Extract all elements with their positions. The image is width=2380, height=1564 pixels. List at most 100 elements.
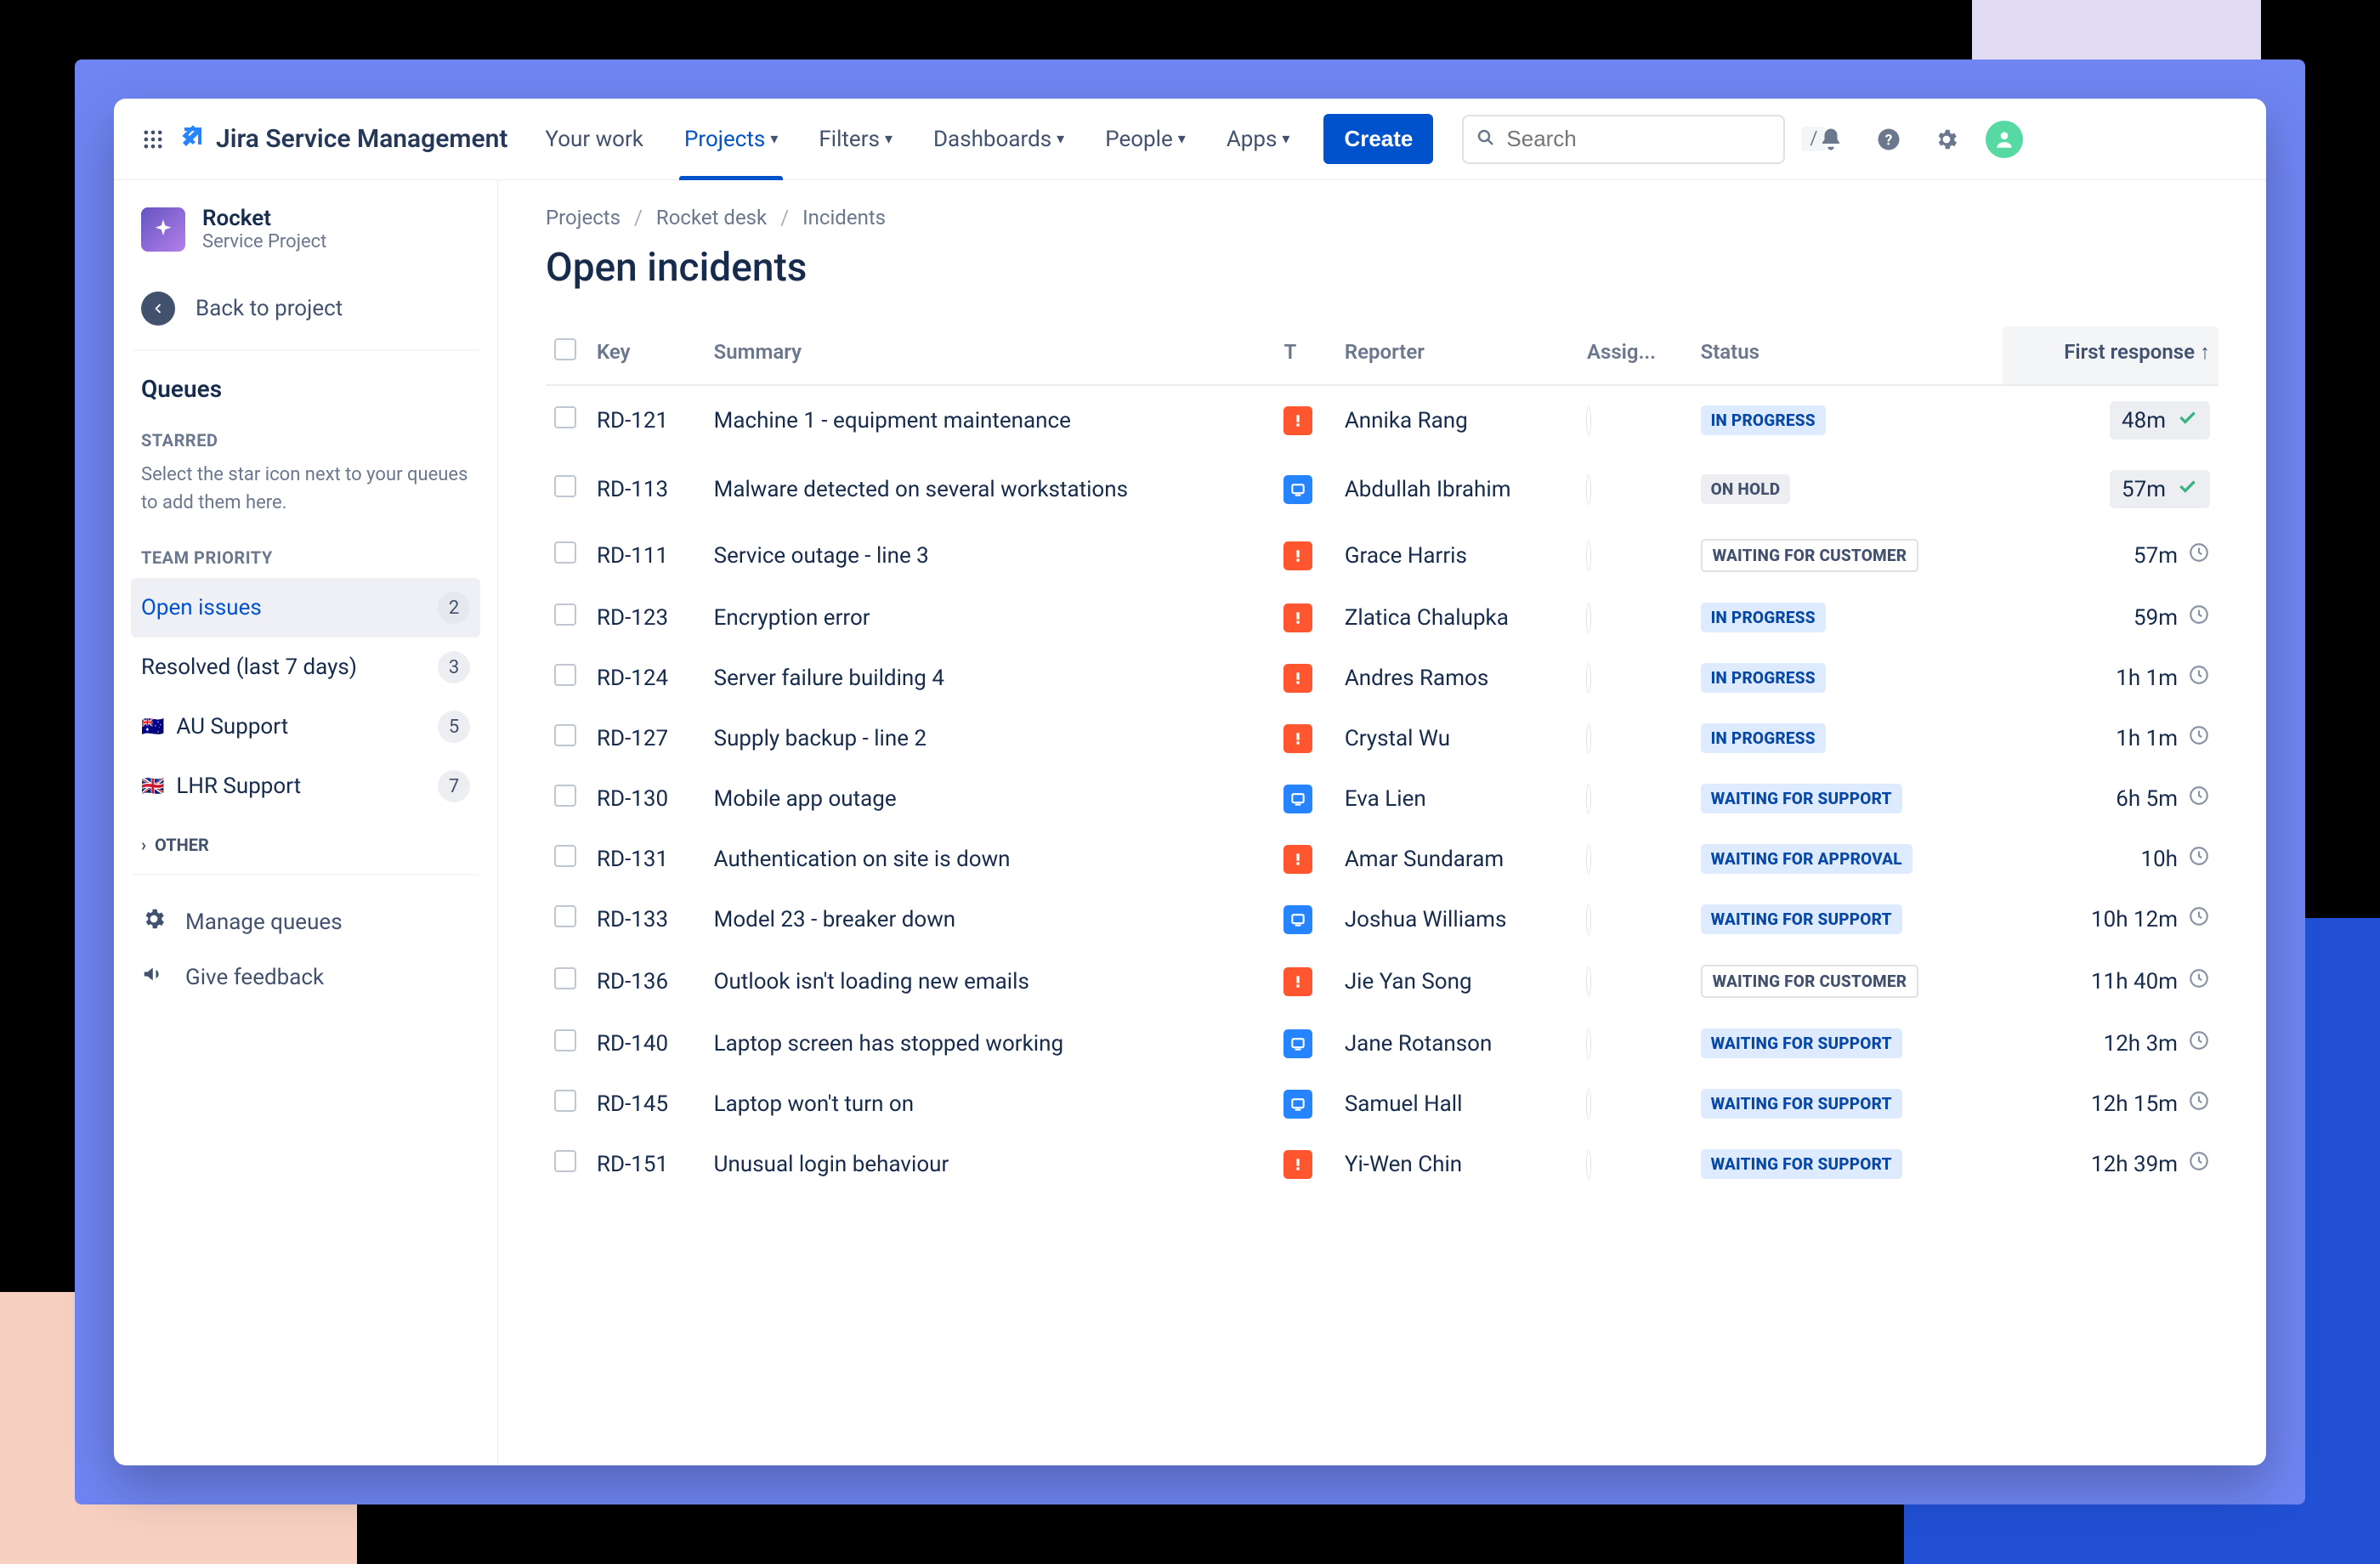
give-feedback[interactable]: Give feedback xyxy=(114,949,497,1005)
row-checkbox[interactable] xyxy=(554,604,576,626)
issue-summary-link[interactable]: Mobile app outage xyxy=(714,786,897,812)
col-status[interactable]: Status xyxy=(1692,326,2003,385)
issue-key[interactable]: RD-123 xyxy=(588,587,706,648)
breadcrumb-rocket-desk[interactable]: Rocket desk xyxy=(656,206,767,230)
assignee-avatar[interactable] xyxy=(1587,1150,1590,1179)
nav-people[interactable]: People▾ xyxy=(1090,99,1201,180)
issue-summary-link[interactable]: Encryption error xyxy=(714,605,870,631)
assignee-avatar[interactable] xyxy=(1587,664,1590,693)
other-section-toggle[interactable]: › OTHER xyxy=(114,816,497,874)
issue-key[interactable]: RD-136 xyxy=(588,949,706,1013)
issue-summary-link[interactable]: Model 23 - breaker down xyxy=(714,907,956,932)
row-checkbox[interactable] xyxy=(554,406,576,428)
queue-item[interactable]: 🇬🇧LHR Support7 xyxy=(114,756,497,816)
back-to-project[interactable]: Back to project xyxy=(114,276,497,349)
assignee-avatar[interactable] xyxy=(1587,406,1590,435)
status-lozenge[interactable]: WAITING FOR CUSTOMER xyxy=(1701,965,1919,998)
search-input[interactable] xyxy=(1506,126,1791,152)
status-lozenge[interactable]: ON HOLD xyxy=(1701,474,1791,504)
issue-summary-link[interactable]: Service outage - line 3 xyxy=(714,543,929,569)
issue-key[interactable]: RD-140 xyxy=(588,1013,706,1074)
issue-key[interactable]: RD-145 xyxy=(588,1074,706,1134)
breadcrumb-projects[interactable]: Projects xyxy=(546,206,620,230)
assignee-avatar[interactable] xyxy=(1587,724,1590,753)
nav-dashboards[interactable]: Dashboards▾ xyxy=(918,99,1080,180)
row-checkbox[interactable] xyxy=(554,785,576,807)
status-lozenge[interactable]: WAITING FOR SUPPORT xyxy=(1701,1028,1902,1058)
issue-summary-link[interactable]: Supply backup - line 2 xyxy=(714,726,926,751)
row-checkbox[interactable] xyxy=(554,1090,576,1112)
col-type[interactable]: T xyxy=(1275,326,1335,385)
col-summary[interactable]: Summary xyxy=(706,326,1276,385)
row-checkbox[interactable] xyxy=(554,905,576,927)
status-lozenge[interactable]: IN PROGRESS xyxy=(1701,723,1826,753)
col-reporter[interactable]: Reporter xyxy=(1336,326,1578,385)
assignee-avatar[interactable] xyxy=(1587,905,1590,934)
assignee-avatar[interactable] xyxy=(1587,1090,1590,1119)
breadcrumb-incidents[interactable]: Incidents xyxy=(802,206,886,230)
status-lozenge[interactable]: WAITING FOR SUPPORT xyxy=(1701,1149,1902,1179)
issue-key[interactable]: RD-133 xyxy=(588,889,706,949)
issue-summary-link[interactable]: Authentication on site is down xyxy=(714,847,1011,872)
assignee-avatar[interactable] xyxy=(1587,967,1590,996)
issue-key[interactable]: RD-127 xyxy=(588,708,706,768)
queue-item[interactable]: Open issues2 xyxy=(131,578,480,638)
nav-projects[interactable]: Projects▾ xyxy=(669,99,793,180)
issue-key[interactable]: RD-151 xyxy=(588,1134,706,1194)
col-assignee[interactable]: Assig... xyxy=(1578,326,1692,385)
create-button[interactable]: Create xyxy=(1323,114,1433,164)
assignee-avatar[interactable] xyxy=(1587,845,1590,874)
issue-key[interactable]: RD-124 xyxy=(588,648,706,708)
row-checkbox[interactable] xyxy=(554,1150,576,1172)
status-lozenge[interactable]: WAITING FOR SUPPORT xyxy=(1701,904,1902,934)
row-checkbox[interactable] xyxy=(554,664,576,686)
global-search[interactable]: / xyxy=(1462,115,1785,164)
issue-key[interactable]: RD-131 xyxy=(588,829,706,889)
issue-key[interactable]: RD-130 xyxy=(588,768,706,829)
notifications-icon[interactable] xyxy=(1812,121,1850,158)
product-brand[interactable]: Jira Service Management xyxy=(178,122,507,157)
issue-summary-link[interactable]: Server failure building 4 xyxy=(714,666,944,691)
select-all-checkbox[interactable] xyxy=(554,338,576,360)
nav-your-work[interactable]: Your work xyxy=(530,99,659,180)
status-lozenge[interactable]: WAITING FOR APPROVAL xyxy=(1701,844,1912,874)
col-key[interactable]: Key xyxy=(588,326,706,385)
nav-filters[interactable]: Filters▾ xyxy=(803,99,908,180)
issue-summary-link[interactable]: Laptop won't turn on xyxy=(714,1091,914,1117)
row-checkbox[interactable] xyxy=(554,475,576,497)
issue-key[interactable]: RD-111 xyxy=(588,524,706,587)
profile-avatar[interactable] xyxy=(1986,121,2023,158)
help-icon[interactable]: ? xyxy=(1870,121,1907,158)
queue-item[interactable]: 🇦🇺AU Support5 xyxy=(114,697,497,756)
assignee-avatar[interactable] xyxy=(1587,1029,1590,1058)
issue-key[interactable]: RD-113 xyxy=(588,455,706,524)
project-header[interactable]: Rocket Service Project xyxy=(114,206,497,276)
status-lozenge[interactable]: IN PROGRESS xyxy=(1701,603,1826,632)
status-lozenge[interactable]: WAITING FOR SUPPORT xyxy=(1701,784,1902,813)
assignee-avatar[interactable] xyxy=(1587,785,1590,813)
issue-summary-link[interactable]: Outlook isn't loading new emails xyxy=(714,969,1029,994)
issue-key[interactable]: RD-121 xyxy=(588,385,706,455)
queue-item[interactable]: Resolved (last 7 days)3 xyxy=(114,638,497,697)
status-lozenge[interactable]: WAITING FOR CUSTOMER xyxy=(1701,539,1919,572)
status-lozenge[interactable]: WAITING FOR SUPPORT xyxy=(1701,1089,1902,1119)
row-checkbox[interactable] xyxy=(554,541,576,564)
issue-summary-link[interactable]: Unusual login behaviour xyxy=(714,1152,949,1177)
issue-summary-link[interactable]: Laptop screen has stopped working xyxy=(714,1031,1063,1057)
col-first-response[interactable]: First response ↑ xyxy=(2003,326,2218,385)
status-lozenge[interactable]: IN PROGRESS xyxy=(1701,405,1826,435)
settings-icon[interactable] xyxy=(1928,121,1965,158)
assignee-avatar[interactable] xyxy=(1587,541,1590,570)
issue-summary-link[interactable]: Malware detected on several workstations xyxy=(714,477,1128,502)
row-checkbox[interactable] xyxy=(554,845,576,867)
row-checkbox[interactable] xyxy=(554,724,576,746)
assignee-avatar[interactable] xyxy=(1587,604,1590,632)
issue-summary-link[interactable]: Machine 1 - equipment maintenance xyxy=(714,408,1071,434)
manage-queues[interactable]: Manage queues xyxy=(114,894,497,949)
status-lozenge[interactable]: IN PROGRESS xyxy=(1701,663,1826,693)
row-checkbox[interactable] xyxy=(554,967,576,989)
assignee-avatar[interactable] xyxy=(1587,475,1590,504)
nav-apps[interactable]: Apps▾ xyxy=(1211,99,1306,180)
row-checkbox[interactable] xyxy=(554,1029,576,1051)
app-switcher-icon[interactable] xyxy=(134,121,172,158)
